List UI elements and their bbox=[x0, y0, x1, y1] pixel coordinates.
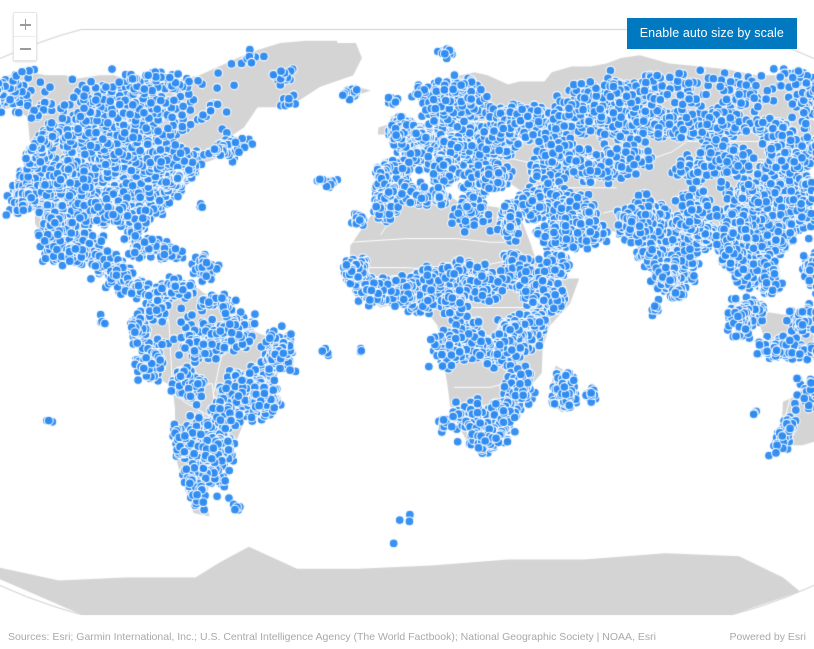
map-application: Enable auto size by scale Sources: Esri;… bbox=[0, 0, 814, 649]
zoom-in-button[interactable] bbox=[14, 13, 36, 37]
minus-icon bbox=[19, 43, 31, 54]
zoom-controls bbox=[13, 12, 37, 61]
map-view[interactable] bbox=[0, 0, 814, 624]
attribution-sources-text: Sources: Esri; Garmin International, Inc… bbox=[8, 630, 656, 643]
map-canvas[interactable] bbox=[0, 0, 814, 624]
plus-icon bbox=[19, 19, 31, 30]
zoom-out-button[interactable] bbox=[14, 37, 36, 60]
attribution-bar: Sources: Esri; Garmin International, Inc… bbox=[0, 624, 814, 649]
enable-auto-size-by-scale-button[interactable]: Enable auto size by scale bbox=[626, 18, 797, 49]
powered-by-esri-text: Powered by Esri bbox=[729, 630, 806, 643]
